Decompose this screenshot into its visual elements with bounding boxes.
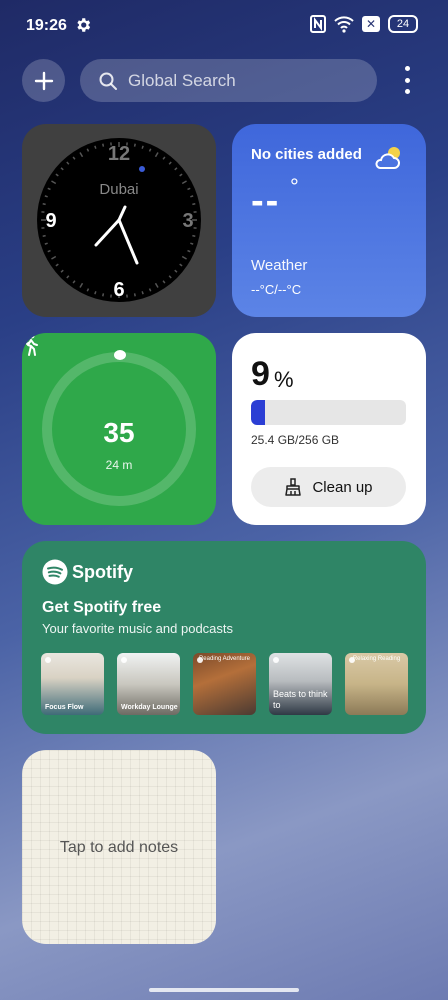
clock-tick <box>44 242 48 245</box>
more-options-button[interactable] <box>400 66 414 94</box>
clock-tick <box>102 293 105 297</box>
spotify-subtitle: Your favorite music and podcasts <box>42 621 234 636</box>
clock-numeral-9: 9 <box>45 210 56 232</box>
spotify-mini-icon <box>273 657 279 663</box>
spotify-playlist-row: Focus Flow Workday Lounge Reading Advent… <box>41 653 408 715</box>
playlist-caption: Beats to think to <box>273 689 328 710</box>
weather-label: Weather <box>251 257 308 274</box>
dot <box>404 66 410 71</box>
add-widget-button[interactable] <box>22 59 65 102</box>
steps-distance: 24 m <box>105 458 133 472</box>
spotify-mini-icon <box>121 657 127 663</box>
clock-numeral-3: 3 <box>182 210 193 232</box>
wifi-icon <box>334 16 354 33</box>
storage-size: 25.4 GB/256 GB <box>251 433 340 447</box>
clock-tick <box>190 242 194 245</box>
clock-tick <box>42 203 46 206</box>
walking-person-icon <box>26 333 38 356</box>
clock-widget[interactable]: 12 3 6 9 Dubai <box>22 124 216 317</box>
playlist-caption: Reading Adventure <box>198 656 251 662</box>
clock-tick <box>133 143 136 147</box>
clock-tick <box>192 234 196 237</box>
global-search-bar[interactable]: Global Search <box>80 59 377 102</box>
clock-tick <box>190 195 194 198</box>
clock-tick <box>141 291 144 295</box>
weather-temperature: -- <box>251 180 281 222</box>
spotify-brand-name: Spotify <box>72 562 133 582</box>
clock-tick <box>192 203 196 206</box>
spotify-widget[interactable]: Spotify Get Spotify free Your favorite m… <box>22 541 426 734</box>
playlist-tile-relaxing-reading[interactable]: Relaxing Reading <box>345 653 408 715</box>
playlist-tile-reading-adventure[interactable]: Reading Adventure <box>193 653 256 715</box>
steps-count: 35 <box>103 417 135 448</box>
clock-city: Dubai <box>99 181 138 198</box>
playlist-tile-focus-flow[interactable]: Focus Flow <box>41 653 104 715</box>
spotify-mini-icon <box>45 657 51 663</box>
search-placeholder: Global Search <box>128 70 236 90</box>
status-bar: 19:26 ✕ 24 <box>0 0 448 50</box>
clock-tick <box>102 143 105 147</box>
playlist-tile-beats-to-think-to[interactable]: Beats to think to <box>269 653 332 715</box>
clock-tick <box>133 293 136 297</box>
clean-up-button[interactable]: Clean up <box>251 467 406 507</box>
steps-widget[interactable]: 35 24 m <box>22 333 216 525</box>
clean-up-label: Clean up <box>312 478 373 496</box>
progress-marker <box>114 350 126 360</box>
storage-usage-bar <box>251 400 406 425</box>
clock-numeral-6: 6 <box>113 279 124 301</box>
home-indicator[interactable] <box>149 988 299 992</box>
playlist-tile-workday-lounge[interactable]: Workday Lounge <box>117 653 180 715</box>
notes-placeholder: Tap to add notes <box>59 839 179 856</box>
storage-percent: 9 <box>251 355 270 393</box>
no-sim-icon: ✕ <box>362 16 380 32</box>
weather-widget[interactable]: No cities added -- ° Weather --°C/--°C <box>232 124 426 317</box>
clock-tick <box>141 145 144 149</box>
clock-tick <box>94 291 97 295</box>
gear-icon <box>77 18 91 32</box>
playlist-caption: Relaxing Reading <box>352 656 401 662</box>
storage-widget[interactable]: 9 % 25.4 GB/256 GB Clean up <box>232 333 426 525</box>
weather-title: No cities added <box>251 146 362 163</box>
broom-icon <box>285 478 302 496</box>
weather-degree-symbol: ° <box>290 174 299 199</box>
second-dot <box>139 166 145 172</box>
storage-percent-symbol: % <box>274 367 294 392</box>
clock-tick <box>94 145 97 149</box>
search-icon <box>99 72 117 90</box>
clock-tick <box>44 195 48 198</box>
notes-widget[interactable]: Tap to add notes <box>22 750 216 944</box>
spotify-logo-icon <box>42 559 68 585</box>
playlist-caption: Workday Lounge <box>121 704 178 711</box>
dot <box>404 77 410 83</box>
plus-icon <box>34 71 53 90</box>
dot <box>404 89 410 94</box>
battery-indicator: 24 <box>388 15 418 33</box>
spotify-title: Get Spotify free <box>42 599 162 616</box>
clock-tick <box>42 234 46 237</box>
clock-numeral-12: 12 <box>108 143 130 165</box>
partly-cloudy-icon <box>375 147 400 169</box>
playlist-caption: Focus Flow <box>45 704 84 711</box>
analog-clock-face: 12 3 6 9 Dubai <box>37 138 201 302</box>
weather-range: --°C/--°C <box>251 282 302 297</box>
nfc-icon <box>310 15 326 33</box>
storage-usage-fill <box>251 400 265 425</box>
status-time: 19:26 <box>26 17 67 34</box>
